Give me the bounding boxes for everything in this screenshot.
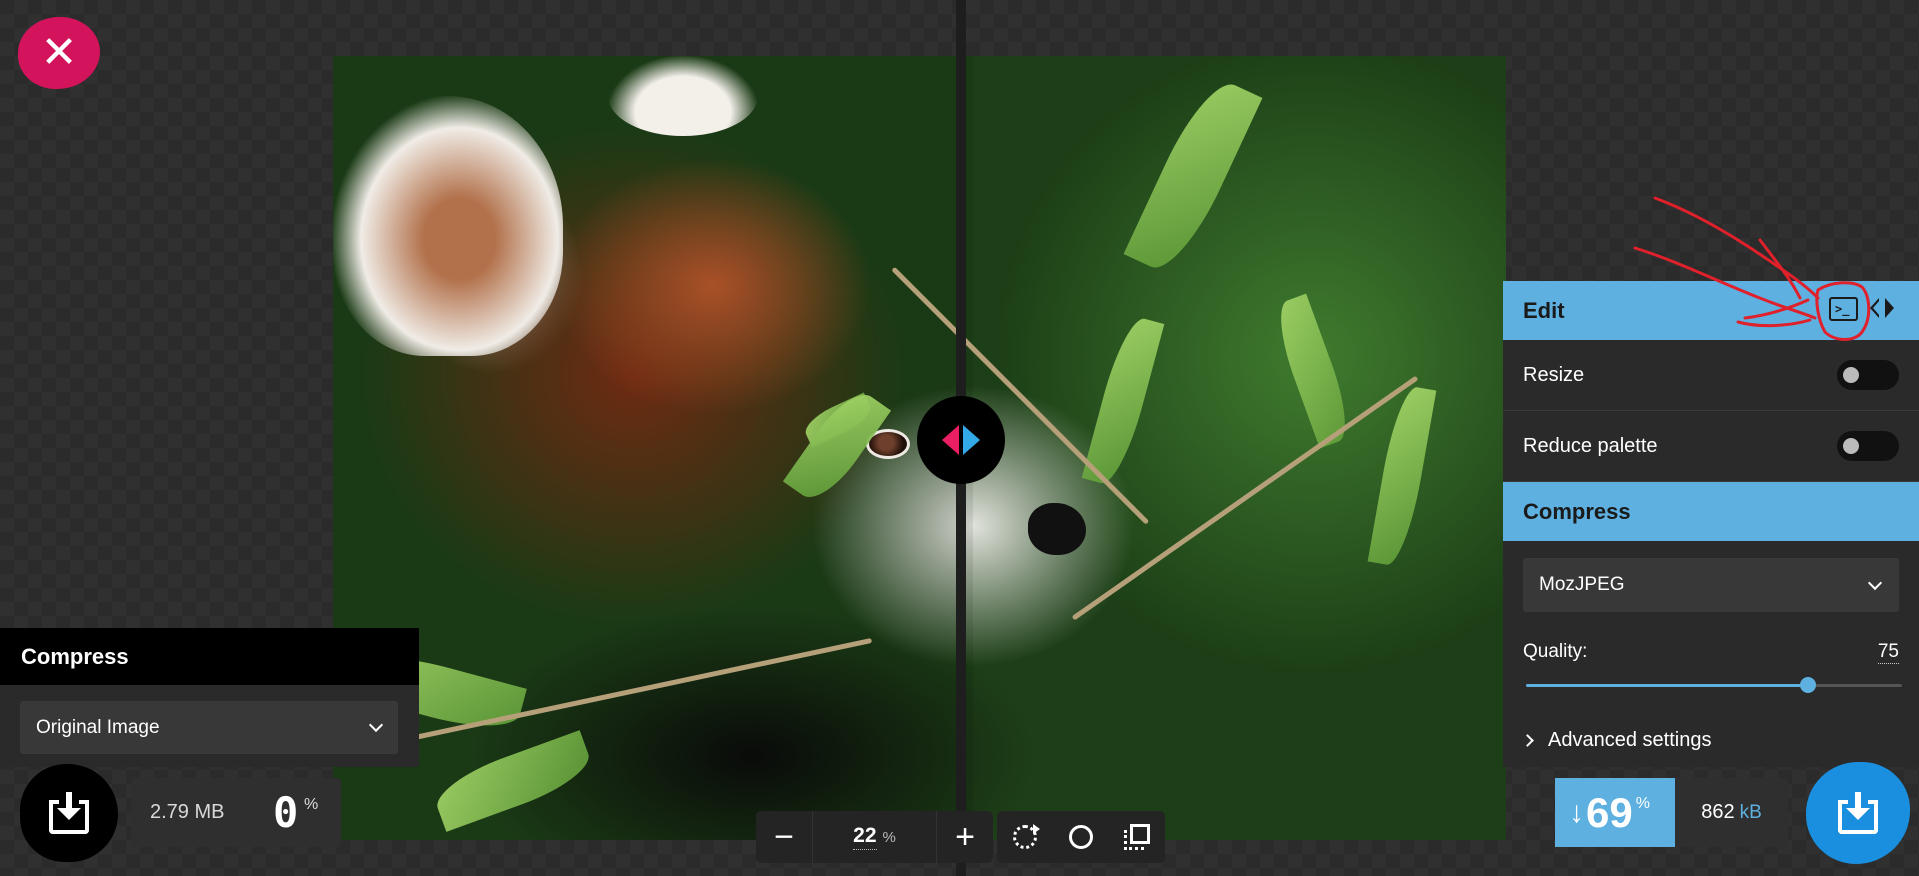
down-arrow-icon: ↓ xyxy=(1569,795,1584,829)
quality-row: Quality: 75 xyxy=(1523,641,1899,664)
compressed-size-unit: kB xyxy=(1739,801,1762,823)
arrow-right-icon xyxy=(963,425,980,455)
savings-badge: ↓ 69 % xyxy=(1555,778,1692,847)
zoom-in-button[interactable]: + xyxy=(937,811,993,863)
left-options-panel: Compress Original Image xyxy=(0,628,419,767)
download-compressed-button[interactable] xyxy=(1806,762,1910,864)
side-by-side-icon[interactable] xyxy=(1870,298,1894,318)
quality-label: Quality: xyxy=(1523,641,1588,662)
photo-leaf xyxy=(1367,384,1437,568)
photo-nose xyxy=(1028,503,1086,555)
left-panel-title: Compress xyxy=(0,628,419,685)
reduce-palette-label: Reduce palette xyxy=(1523,434,1658,457)
quality-slider-thumb[interactable] xyxy=(1800,677,1816,693)
crop-button[interactable] xyxy=(1109,811,1165,863)
zoom-controls: − 22 % + xyxy=(756,811,993,863)
download-icon xyxy=(49,792,89,834)
image-actions xyxy=(997,811,1165,863)
divider-handle[interactable] xyxy=(917,396,1005,484)
photo-ear-right xyxy=(608,56,758,136)
background-toggle-icon xyxy=(1069,825,1093,849)
arrow-left-icon xyxy=(942,425,959,455)
compress-title: Compress xyxy=(1523,498,1631,524)
rotate-button[interactable] xyxy=(997,811,1053,863)
left-method-select[interactable]: Original Image xyxy=(20,701,398,754)
zoom-level[interactable]: 22 % xyxy=(812,811,937,863)
minus-icon: − xyxy=(774,818,794,856)
photo-leaf xyxy=(1081,313,1165,489)
zoom-unit: % xyxy=(882,828,896,846)
edit-section-header: Edit >_ xyxy=(1503,281,1919,340)
background-toggle-button[interactable] xyxy=(1053,811,1109,863)
chevron-down-icon xyxy=(368,717,384,733)
chevron-right-icon xyxy=(1521,734,1534,747)
encoder-select[interactable]: MozJPEG xyxy=(1523,558,1899,612)
plus-icon: + xyxy=(955,818,975,856)
advanced-settings-label: Advanced settings xyxy=(1548,729,1712,751)
original-size: 2.79 MB xyxy=(150,801,225,823)
original-percent: 0 xyxy=(273,788,299,837)
compress-section-header: Compress xyxy=(1503,482,1919,541)
rotate-icon xyxy=(1013,824,1040,849)
photo-leaf xyxy=(1123,72,1263,280)
crop-icon xyxy=(1124,824,1150,850)
left-method-value: Original Image xyxy=(36,716,160,738)
download-original-button[interactable] xyxy=(20,764,118,862)
right-options-panel: Edit >_ Resize Reduce palette Compress M… xyxy=(1503,281,1919,767)
quality-value[interactable]: 75 xyxy=(1877,641,1899,664)
zoom-value: 22 xyxy=(853,824,877,850)
advanced-settings-toggle[interactable]: Advanced settings xyxy=(1521,729,1712,752)
reduce-palette-toggle[interactable] xyxy=(1837,431,1899,461)
zoom-out-button[interactable]: − xyxy=(756,811,812,863)
original-size-info: 2.79 MB 0 % xyxy=(131,778,341,847)
resize-toggle[interactable] xyxy=(1837,360,1899,390)
close-icon: ✕ xyxy=(40,28,78,77)
savings-value: 69 xyxy=(1586,788,1633,836)
quality-slider[interactable] xyxy=(1526,677,1902,693)
resize-label: Resize xyxy=(1523,363,1585,386)
reduce-palette-row: Reduce palette xyxy=(1503,411,1919,482)
edit-title: Edit xyxy=(1523,297,1565,323)
quality-slider-fill xyxy=(1526,684,1808,687)
photo-ear-left xyxy=(333,96,563,356)
download-icon xyxy=(1838,792,1878,834)
encoder-value: MozJPEG xyxy=(1539,574,1625,595)
close-button[interactable]: ✕ xyxy=(18,17,100,89)
compressed-size: 862 xyxy=(1701,801,1735,823)
resize-row: Resize xyxy=(1503,340,1919,411)
original-percent-sign: % xyxy=(304,796,319,813)
savings-percent-sign: % xyxy=(1635,794,1650,812)
chevron-down-icon xyxy=(1867,575,1883,590)
terminal-icon[interactable]: >_ xyxy=(1829,297,1858,321)
compressed-size-info: 862 kB xyxy=(1675,778,1788,847)
